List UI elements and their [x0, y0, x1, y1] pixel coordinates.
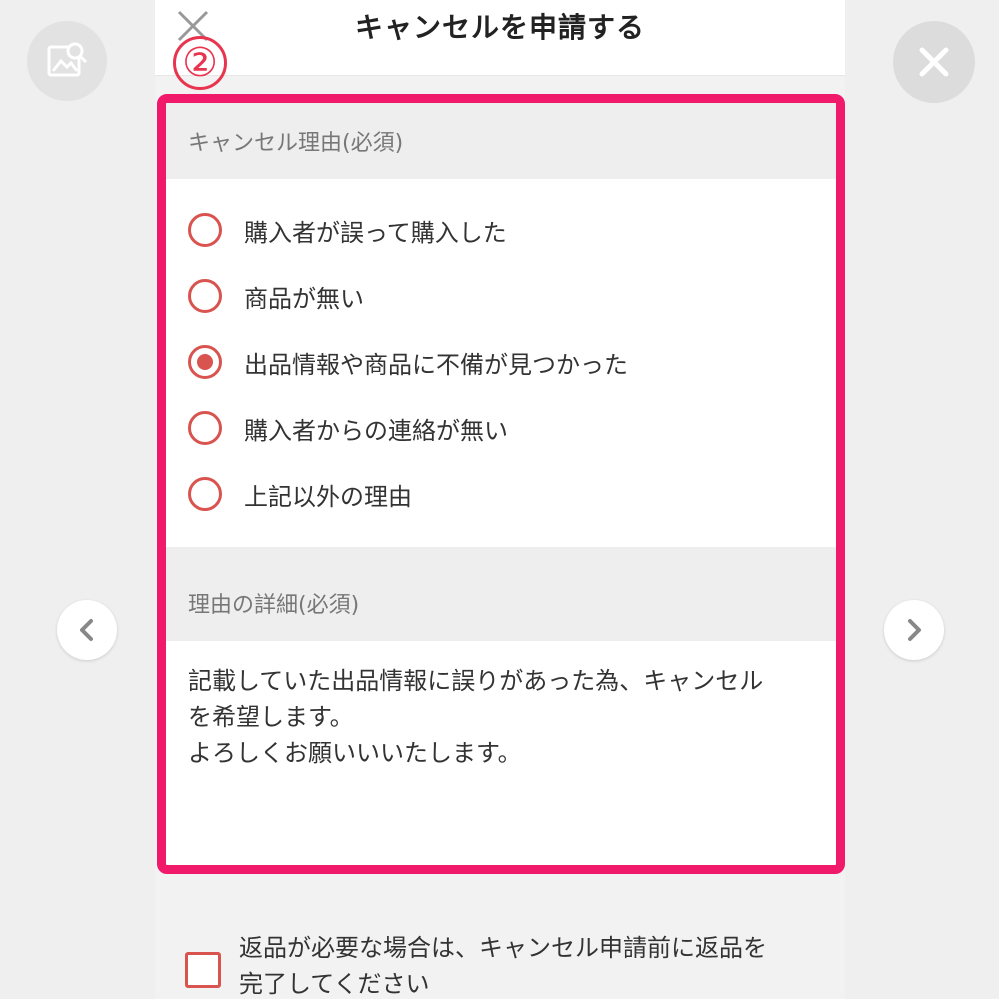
annotation-number: ②	[173, 36, 227, 90]
radio-button-selected[interactable]	[188, 345, 222, 379]
radio-option-out-of-stock[interactable]: 商品が無い	[166, 263, 836, 329]
next-image-button[interactable]	[884, 600, 944, 660]
cancel-request-screen: キャンセルを申請する ② キャンセル理由(必須) 購入者が誤って購入した 商品が…	[155, 0, 845, 999]
radio-option-mistaken-purchase[interactable]: 購入者が誤って購入した	[166, 197, 836, 263]
close-viewer-button[interactable]	[893, 21, 975, 103]
image-search-icon	[47, 42, 88, 77]
cancel-reason-radio-group: 購入者が誤って購入した 商品が無い 出品情報や商品に不備が見つかった 購入者から…	[166, 179, 836, 547]
radio-button[interactable]	[188, 411, 222, 445]
reason-detail-textarea[interactable]: 記載していた出品情報に誤りがあった為、キャンセル を希望します。 よろしくお願い…	[166, 641, 836, 865]
image-viewer: キャンセルを申請する ② キャンセル理由(必須) 購入者が誤って購入した 商品が…	[0, 0, 999, 999]
image-search-button[interactable]	[27, 21, 107, 101]
previous-image-button[interactable]	[57, 600, 117, 660]
radio-label: 出品情報や商品に不備が見つかった	[244, 350, 628, 379]
page-title: キャンセルを申請する	[354, 11, 645, 44]
radio-option-no-contact[interactable]: 購入者からの連絡が無い	[166, 395, 836, 461]
chevron-left-icon	[80, 619, 93, 641]
return-confirm-label: 返品が必要な場合は、キャンセル申請前に返品を 完了してください	[239, 934, 767, 998]
radio-label: 商品が無い	[244, 284, 364, 313]
radio-button[interactable]	[188, 279, 222, 313]
radio-label: 購入者が誤って購入した	[244, 218, 507, 247]
chevron-right-icon	[908, 619, 921, 641]
radio-label: 購入者からの連絡が無い	[244, 416, 508, 445]
radio-button[interactable]	[188, 477, 222, 511]
app-header: キャンセルを申請する	[155, 0, 845, 76]
return-confirm-row[interactable]: 返品が必要な場合は、キャンセル申請前に返品を 完了してください	[185, 930, 825, 999]
radio-option-listing-defect[interactable]: 出品情報や商品に不備が見つかった	[166, 329, 836, 395]
radio-label: 上記以外の理由	[244, 482, 412, 511]
return-confirm-checkbox[interactable]	[185, 952, 221, 988]
radio-option-other[interactable]: 上記以外の理由	[166, 461, 836, 527]
close-icon	[919, 47, 949, 77]
radio-button[interactable]	[188, 213, 222, 247]
reason-detail-header: 理由の詳細(必須)	[166, 547, 836, 641]
cancel-reason-header: キャンセル理由(必須)	[166, 103, 836, 179]
cancel-form-highlight: キャンセル理由(必須) 購入者が誤って購入した 商品が無い 出品情報や商品に不備…	[157, 94, 845, 874]
